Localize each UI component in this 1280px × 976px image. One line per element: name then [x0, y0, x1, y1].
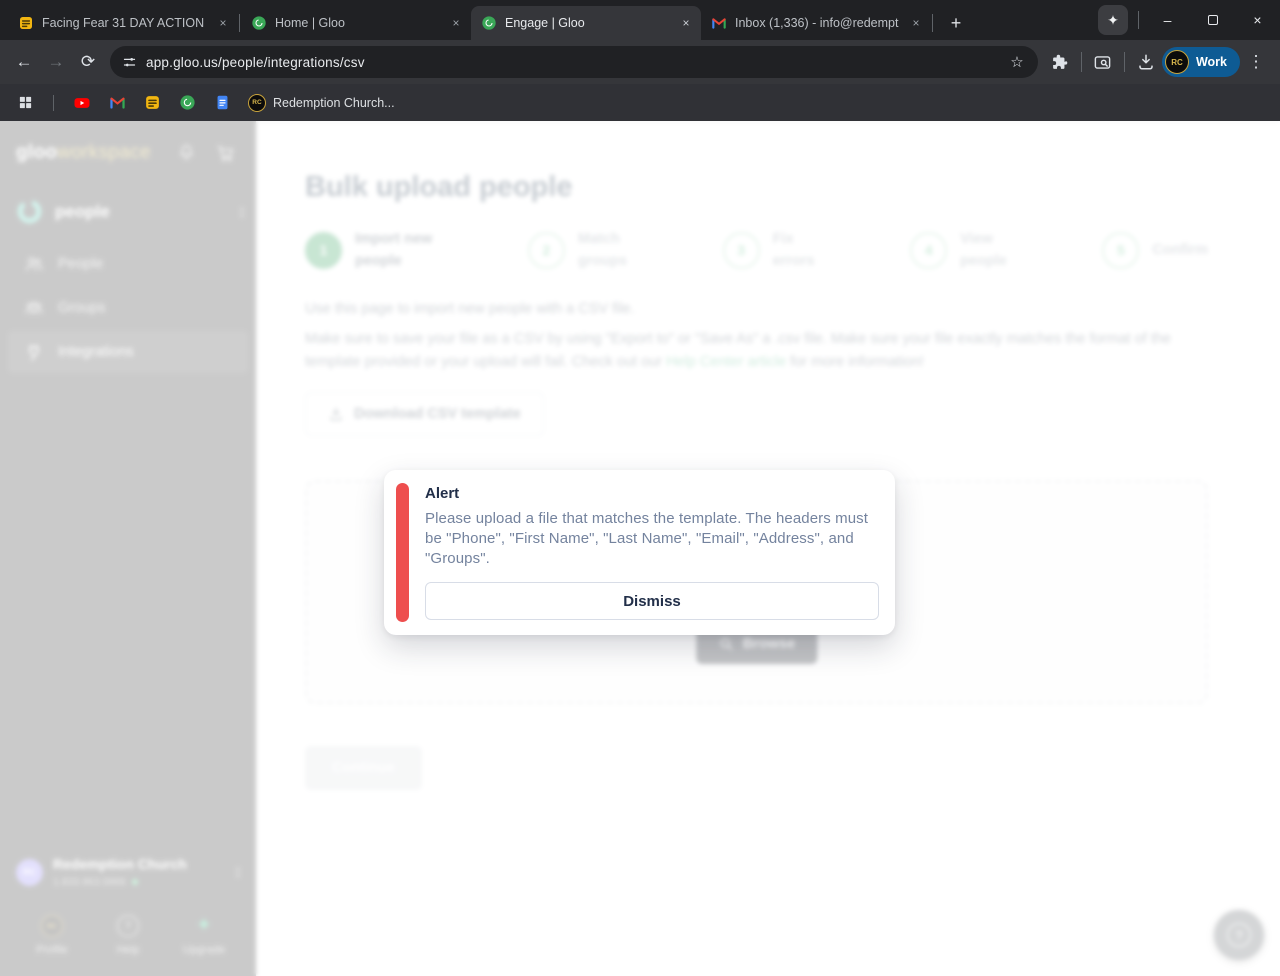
browser-window: Facing Fear 31 DAY ACTION PLA × Home | G…	[0, 0, 1280, 976]
window-controls: ✦ – ×	[1098, 0, 1280, 40]
extensions-icon[interactable]	[1044, 46, 1076, 78]
search-tabs-panel-icon[interactable]	[1087, 46, 1119, 78]
browser-menu-kebab-icon[interactable]: ⋮	[1240, 46, 1272, 78]
close-window-button[interactable]: ×	[1235, 0, 1280, 40]
tab-title: Home | Gloo	[275, 16, 345, 30]
profile-name: Work	[1195, 55, 1227, 69]
close-tab-icon[interactable]: ×	[677, 14, 695, 32]
bookmark-redemption-church[interactable]: RC Redemption Church...	[244, 93, 399, 112]
maximize-icon	[1207, 15, 1218, 25]
site-settings-icon[interactable]	[122, 55, 137, 70]
bookmark-label: Redemption Church...	[273, 95, 395, 110]
tab-home-gloo[interactable]: Home | Gloo ×	[241, 6, 471, 40]
keep-note-favicon	[18, 15, 34, 31]
tab-engage-gloo-active[interactable]: Engage | Gloo ×	[471, 6, 701, 40]
reload-button[interactable]: ⟳	[72, 46, 104, 78]
alert-red-bar	[396, 483, 409, 623]
close-tab-icon[interactable]: ×	[447, 14, 465, 32]
gloo-favicon	[251, 15, 267, 31]
tab-search-sparkle-icon[interactable]: ✦	[1098, 5, 1128, 35]
maximize-button[interactable]	[1190, 0, 1235, 40]
bookmark-gmail-icon[interactable]	[104, 90, 130, 116]
tab-strip: Facing Fear 31 DAY ACTION PLA × Home | G…	[0, 0, 1280, 40]
separator	[1123, 52, 1125, 72]
new-tab-button[interactable]: +	[942, 9, 970, 37]
separator	[53, 94, 54, 111]
address-bar[interactable]: app.gloo.us/people/integrations/csv ☆	[110, 46, 1038, 78]
gloo-favicon	[481, 15, 497, 31]
forward-button: →	[47, 52, 65, 71]
tab-separator	[932, 14, 933, 32]
close-tab-icon[interactable]: ×	[907, 14, 925, 32]
alert-dialog: Alert Please upload a file that matches …	[384, 470, 895, 636]
alert-message: Please upload a file that matches the te…	[425, 510, 869, 568]
tab-facing-fear[interactable]: Facing Fear 31 DAY ACTION PLA ×	[8, 6, 238, 40]
alert-title: Alert	[425, 485, 460, 502]
bookmarks-bar: RC Redemption Church...	[0, 84, 1280, 121]
downloads-icon[interactable]	[1130, 46, 1162, 78]
close-tab-icon[interactable]: ×	[214, 14, 232, 32]
back-button[interactable]: ←	[8, 46, 40, 78]
tab-title: Inbox (1,336) - info@redemptio	[735, 16, 899, 30]
minimize-button[interactable]: –	[1145, 0, 1190, 40]
tab-separator	[239, 14, 240, 32]
bookmark-docs-icon[interactable]	[209, 90, 235, 116]
tab-gmail-inbox[interactable]: Inbox (1,336) - info@redemptio ×	[701, 6, 931, 40]
url-text[interactable]: app.gloo.us/people/integrations/csv	[146, 55, 995, 70]
bookmark-gloo-icon[interactable]	[174, 90, 200, 116]
apps-grid-icon[interactable]	[12, 90, 38, 116]
dismiss-button[interactable]: Dismiss	[425, 582, 879, 621]
bookmark-youtube-icon[interactable]	[69, 90, 95, 116]
tab-title: Engage | Gloo	[505, 16, 585, 30]
bookmark-star-icon[interactable]: ☆	[1004, 49, 1030, 75]
separator	[1138, 11, 1139, 29]
separator	[1080, 52, 1082, 72]
tab-title: Facing Fear 31 DAY ACTION PLA	[42, 16, 206, 30]
rc-logo-icon: RC	[248, 93, 266, 112]
profile-avatar: RC	[1164, 50, 1189, 74]
browser-toolbar: ← → ⟳ app.gloo.us/people/integrations/cs…	[0, 40, 1280, 84]
bookmark-keep-icon[interactable]	[139, 90, 165, 116]
browser-profile-chip[interactable]: RC Work	[1161, 47, 1240, 77]
gmail-favicon	[711, 15, 727, 31]
